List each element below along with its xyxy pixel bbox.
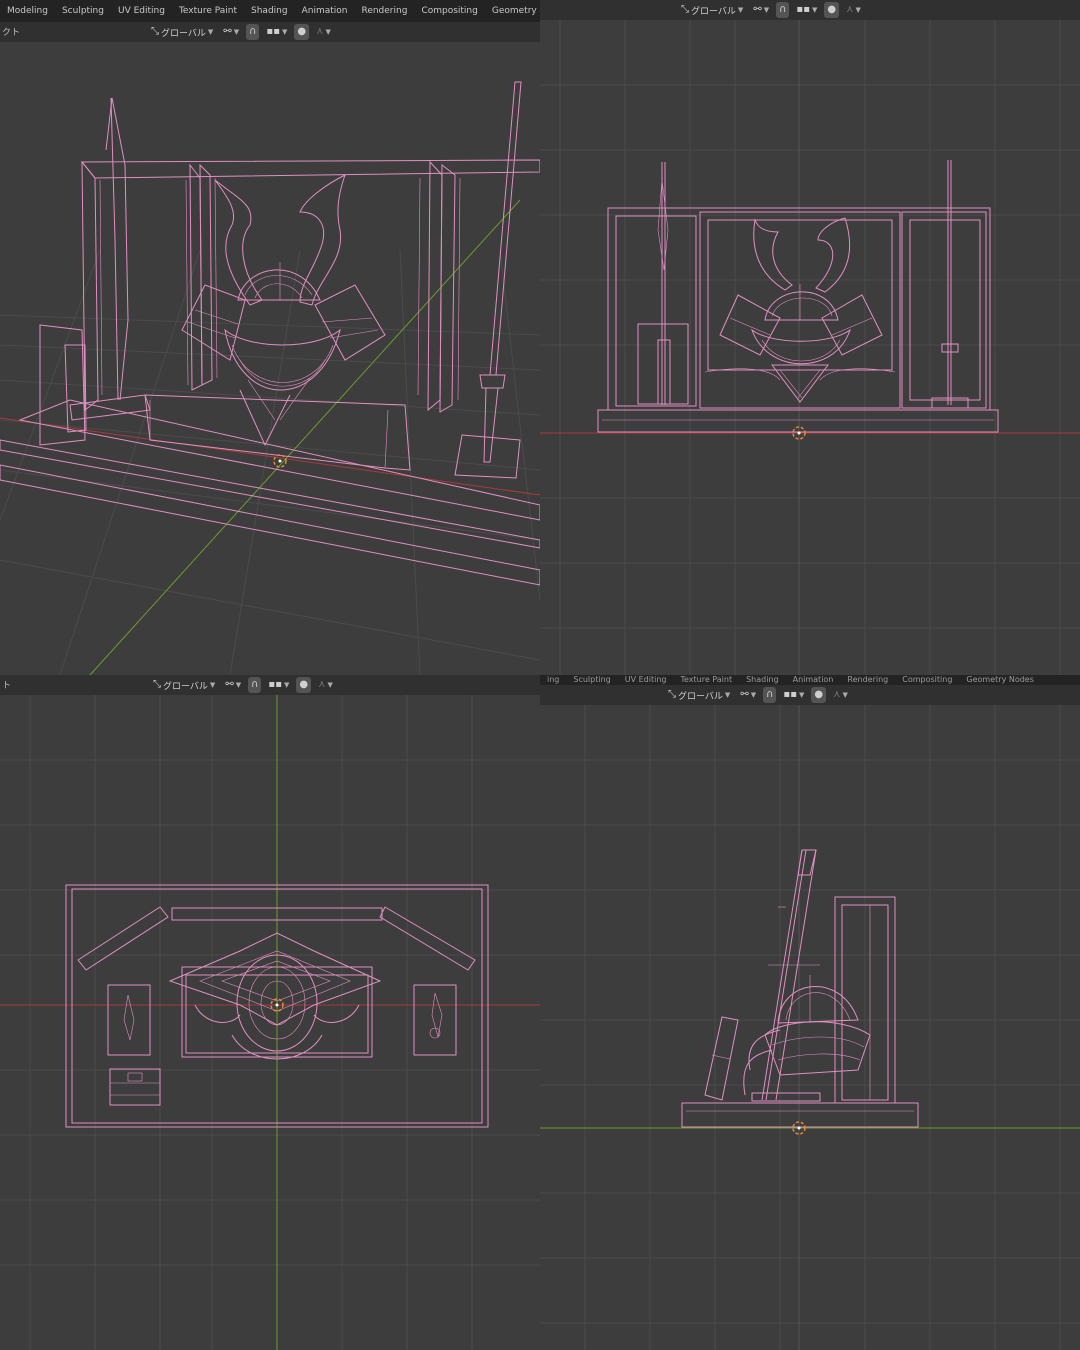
orientation-label: グローバル [161,28,206,39]
viewport-perspective[interactable]: Modeling Sculpting UV Editing Texture Pa… [0,0,540,675]
proportional-edit-toggle[interactable]: ● [296,677,312,693]
orientation-label: グローバル [691,6,736,17]
pivot-icon: ⚯ [223,26,232,37]
object-menu-fragment[interactable]: ト [2,678,11,691]
snap-icon: ∩ [779,4,787,15]
pivot-icon: ⚯ [753,4,762,15]
grid [540,20,1080,675]
falloff-dropdown[interactable]: ⋏ ▼ [313,24,334,40]
snap-icon: ∩ [766,689,774,700]
pivot-dropdown[interactable]: ⚯ ▼ [750,2,772,18]
tab-sculpting[interactable]: Sculpting [55,0,111,22]
viewport-header: ⤡ グローバル ▼ ⚯ ▼ ∩ ▪▪ ▼ ● ⋏ ▼ [540,0,1080,20]
tab-compositing[interactable]: Compositing [414,0,484,22]
viewport-toolbar: ⤡ グローバル ▼ ⚯ ▼ ∩ ▪▪ ▼ ● ⋏ ▼ [148,23,334,41]
tab-shading[interactable]: Shading [244,0,295,22]
tab-fragment[interactable]: ing [540,676,566,684]
tab-animation[interactable]: Animation [786,676,841,684]
side-wireframe [540,705,1080,1350]
orientation-label: グローバル [678,691,723,702]
workspace-tabs: Modeling Sculpting UV Editing Texture Pa… [0,0,540,22]
proportional-edit-toggle[interactable]: ● [294,24,310,40]
front-wireframe [540,20,1080,675]
snap-target-dropdown[interactable]: ▪▪ ▼ [265,677,292,693]
falloff-icon: ⋏ [316,26,324,37]
snap-grid-icon: ▪▪ [796,4,810,15]
falloff-icon: ⋏ [318,679,326,690]
pivot-icon: ⚯ [740,689,749,700]
proportional-edit-toggle[interactable]: ● [811,687,827,703]
y-axis [89,199,521,675]
snap-target-dropdown[interactable]: ▪▪ ▼ [780,687,807,703]
snap-grid-icon: ▪▪ [268,679,282,690]
tab-geometry-nodes[interactable]: Geometry Nodes [959,676,1040,684]
snap-toggle[interactable]: ∩ [776,2,790,18]
object-menu-fragment[interactable]: クト [2,25,20,38]
proportional-edit-icon: ● [297,26,307,37]
transform-orientation-dropdown[interactable]: ⤡ グローバル ▼ [665,687,733,703]
orientation-label: グローバル [163,681,208,692]
viewport-toolbar: ⤡ グローバル ▼ ⚯ ▼ ∩ ▪▪ ▼ ● ⋏ ▼ [665,686,851,704]
perspective-wireframe [0,81,540,675]
falloff-dropdown[interactable]: ⋏ ▼ [843,2,864,18]
tab-rendering[interactable]: Rendering [354,0,414,22]
kabuto-display-model [597,160,999,433]
viewport-header: ト ⤡ グローバル ▼ ⚯ ▼ ∩ ▪▪ ▼ ● ⋏ ▼ [0,675,540,695]
proportional-edit-icon: ● [827,4,837,15]
transform-orientation-icon: ⤡ [668,689,676,700]
viewport-side[interactable]: ing Sculpting UV Editing Texture Paint S… [540,675,1080,1350]
proportional-edit-icon: ● [299,679,309,690]
workspace-tabs-partial: ing Sculpting UV Editing Texture Paint S… [540,675,1080,685]
tab-rendering[interactable]: Rendering [840,676,895,684]
pivot-icon: ⚯ [225,679,234,690]
transform-orientation-dropdown[interactable]: ⤡ グローバル ▼ [148,24,216,40]
transform-orientation-icon: ⤡ [153,679,161,690]
tab-shading[interactable]: Shading [739,676,786,684]
tab-texture-paint[interactable]: Texture Paint [673,676,739,684]
viewport-top[interactable]: ト ⤡ グローバル ▼ ⚯ ▼ ∩ ▪▪ ▼ ● ⋏ ▼ [0,675,540,1350]
pivot-dropdown[interactable]: ⚯ ▼ [220,24,242,40]
transform-orientation-dropdown[interactable]: ⤡ グローバル ▼ [150,677,218,693]
viewport-header: クト ⤡ グローバル ▼ ⚯ ▼ ∩ ▪▪ ▼ ● ⋏ ▼ [0,22,540,42]
tab-compositing[interactable]: Compositing [895,676,959,684]
pivot-dropdown[interactable]: ⚯ ▼ [737,687,759,703]
proportional-edit-toggle[interactable]: ● [824,2,840,18]
viewport-toolbar: ⤡ グローバル ▼ ⚯ ▼ ∩ ▪▪ ▼ ● ⋏ ▼ [678,1,864,19]
snap-grid-icon: ▪▪ [783,689,797,700]
snap-target-dropdown[interactable]: ▪▪ ▼ [793,2,820,18]
falloff-dropdown[interactable]: ⋏ ▼ [830,687,851,703]
tab-modeling[interactable]: Modeling [0,0,55,22]
transform-orientation-icon: ⤡ [681,4,689,15]
top-wireframe [0,695,540,1350]
viewport-header: ⤡ グローバル ▼ ⚯ ▼ ∩ ▪▪ ▼ ● ⋏ ▼ [540,685,1080,705]
proportional-edit-icon: ● [814,689,824,700]
falloff-icon: ⋏ [846,4,854,15]
transform-orientation-dropdown[interactable]: ⤡ グローバル ▼ [678,2,746,18]
tab-animation[interactable]: Animation [295,0,355,22]
viewport-toolbar: ⤡ グローバル ▼ ⚯ ▼ ∩ ▪▪ ▼ ● ⋏ ▼ [150,676,336,694]
tab-texture-paint[interactable]: Texture Paint [172,0,244,22]
transform-orientation-icon: ⤡ [151,26,159,37]
snap-icon: ∩ [251,679,259,690]
tab-geometry-nodes[interactable]: Geometry Nodes [485,0,540,22]
snap-toggle[interactable]: ∩ [763,687,777,703]
falloff-icon: ⋏ [833,689,841,700]
snap-target-dropdown[interactable]: ▪▪ ▼ [263,24,290,40]
falloff-dropdown[interactable]: ⋏ ▼ [315,677,336,693]
tab-uv-editing[interactable]: UV Editing [618,676,674,684]
pivot-dropdown[interactable]: ⚯ ▼ [222,677,244,693]
tab-sculpting[interactable]: Sculpting [566,676,617,684]
tab-uv-editing[interactable]: UV Editing [111,0,172,22]
viewport-front[interactable]: ⤡ グローバル ▼ ⚯ ▼ ∩ ▪▪ ▼ ● ⋏ ▼ [540,0,1080,675]
grid [540,705,1080,1350]
snap-toggle[interactable]: ∩ [246,24,260,40]
snap-grid-icon: ▪▪ [266,26,280,37]
kabuto-display-model [0,81,540,586]
snap-toggle[interactable]: ∩ [248,677,262,693]
snap-icon: ∩ [249,26,257,37]
